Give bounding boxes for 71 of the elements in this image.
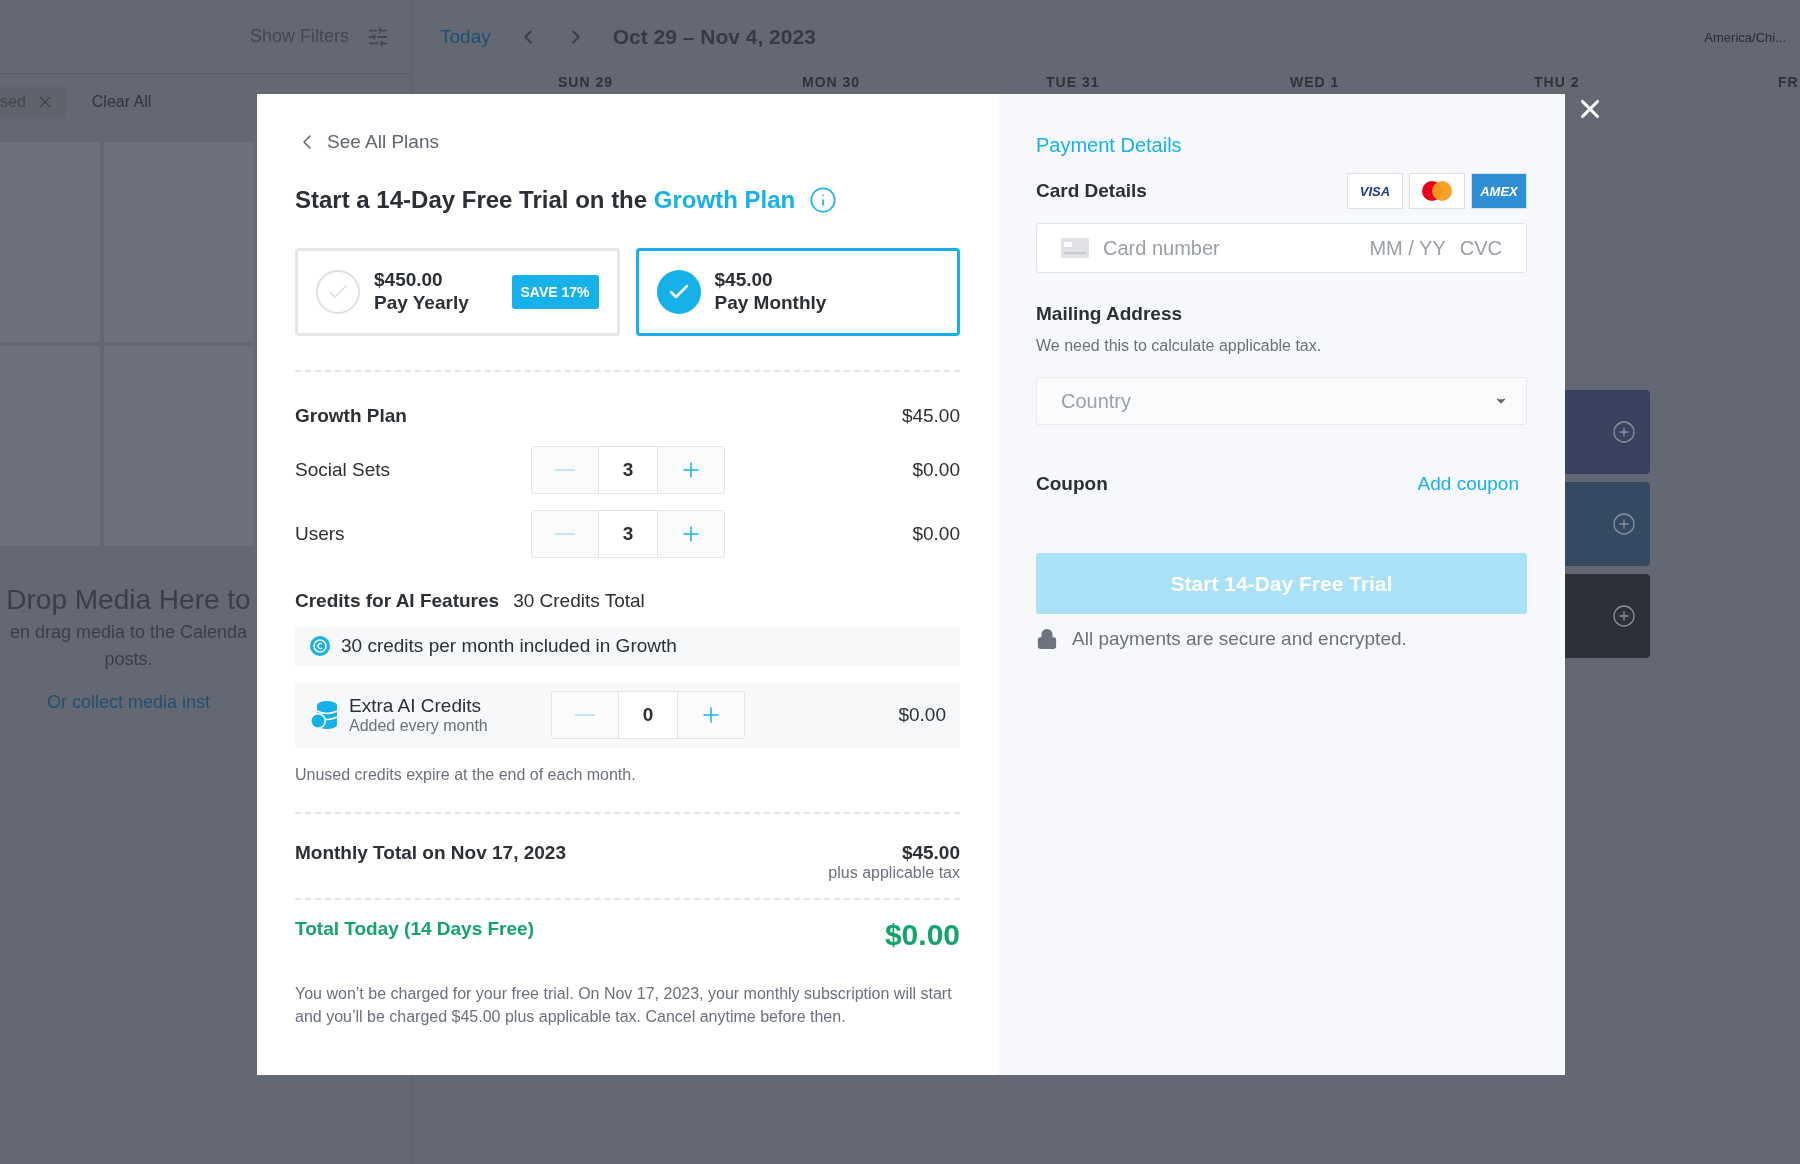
add-coupon-link[interactable]: Add coupon: [1417, 473, 1519, 495]
line-item-label: Social Sets: [295, 459, 392, 481]
visa-logo: VISA: [1347, 173, 1403, 209]
modal-title: Start a 14-Day Free Trial on the Growth Plan: [295, 186, 796, 214]
extra-credits-label: Extra AI Credits: [349, 695, 482, 717]
total-today-label: Total Today (14 Days Free): [295, 918, 534, 940]
included-credits-text: 30 credits per month included in Growth: [341, 635, 677, 657]
quantity-value: 3: [598, 447, 658, 493]
payment-details-heading: Payment Details: [1036, 134, 1183, 157]
card-details-label: Card Details: [1036, 180, 1147, 202]
credit-card-icon: [1061, 238, 1089, 258]
info-icon[interactable]: [809, 186, 838, 214]
tax-note: plus applicable tax: [828, 864, 960, 882]
collect-media-link[interactable]: Or collect media inst: [46, 692, 211, 713]
radio-check-icon: [656, 270, 701, 314]
day-header: FR: [1778, 74, 1799, 90]
total-today-amount: $0.00: [884, 918, 960, 952]
card-input-field[interactable]: Card number MM / YY CVC: [1036, 223, 1527, 273]
monthly-total-amount: $45.00: [901, 842, 960, 864]
increase-button[interactable]: [677, 692, 744, 738]
overlapping-circles-icon: [1421, 180, 1453, 202]
decrease-button[interactable]: [552, 692, 619, 738]
decrease-button[interactable]: [532, 511, 599, 557]
coupon-label: Coupon: [1036, 473, 1108, 495]
save-badge: SAVE 17%: [511, 275, 599, 309]
line-item-label: Users: [295, 523, 346, 545]
price: $0.00: [911, 523, 960, 545]
extra-credits-subtitle: Added every month: [349, 717, 489, 735]
credit-coin-icon: [309, 635, 331, 657]
billing-option[interactable]: $45.00 Pay Monthly: [635, 248, 960, 336]
coin-stack-icon: [309, 699, 339, 731]
day-header: WED 1: [1290, 74, 1341, 90]
filters-icon[interactable]: [367, 25, 389, 48]
price: $0.00: [911, 459, 960, 481]
decrease-button[interactable]: [532, 447, 599, 493]
add-icon[interactable]: [1612, 420, 1636, 444]
day-header: MON 30: [802, 74, 862, 90]
lock-icon: [1036, 628, 1058, 650]
day-header: TUE 31: [1046, 74, 1101, 90]
credits-total: 30 Credits Total: [513, 590, 645, 612]
mailing-hint: We need this to calculate applicable tax.: [1036, 337, 1323, 355]
credits-note: Unused credits expire at the end of each month.: [295, 766, 637, 784]
see-all-plans-link[interactable]: See All Plans: [295, 130, 439, 154]
mailing-address-label: Mailing Address: [1036, 303, 1183, 325]
quantity-stepper[interactable]: 0: [551, 691, 745, 739]
timezone-label: America/Chi...: [1704, 29, 1786, 45]
plan-name: Growth Plan: [295, 405, 407, 427]
minus-icon: [575, 714, 596, 716]
credits-title: Credits for AI Features: [295, 590, 500, 612]
minus-icon: [555, 533, 576, 535]
billing-option[interactable]: $450.00 Pay Yearly SAVE 17%: [295, 248, 620, 336]
radio-check-icon: [316, 270, 360, 314]
price: $0.00: [897, 704, 946, 726]
monthly-total-label: Monthly Total on Nov 17, 2023: [295, 842, 566, 864]
today-button[interactable]: Today: [440, 26, 491, 48]
day-header: THU 2: [1534, 74, 1581, 90]
amex-logo: AMEX: [1471, 173, 1527, 209]
day-header: SUN 29: [558, 74, 615, 90]
quantity-value: 3: [598, 511, 658, 557]
add-icon[interactable]: [1612, 512, 1636, 536]
quantity-stepper[interactable]: 3: [531, 446, 725, 494]
quantity-value: 0: [618, 692, 678, 738]
minus-icon: [555, 469, 576, 471]
quantity-stepper[interactable]: 3: [531, 510, 725, 558]
trial-disclaimer: You won’t be charged for your free trial. On Nov 17, 2023, your monthly subscription will start and you’ll be charged $45.00 plus applicable tax. Cancel anytime before then.: [295, 984, 953, 1028]
increase-button[interactable]: [657, 447, 724, 493]
add-icon[interactable]: [1612, 604, 1636, 628]
price: $45.00: [900, 405, 960, 427]
secure-note: All payments are secure and encrypted.: [1072, 628, 1407, 650]
country-select[interactable]: Country: [1036, 377, 1527, 425]
increase-button[interactable]: [657, 511, 724, 557]
